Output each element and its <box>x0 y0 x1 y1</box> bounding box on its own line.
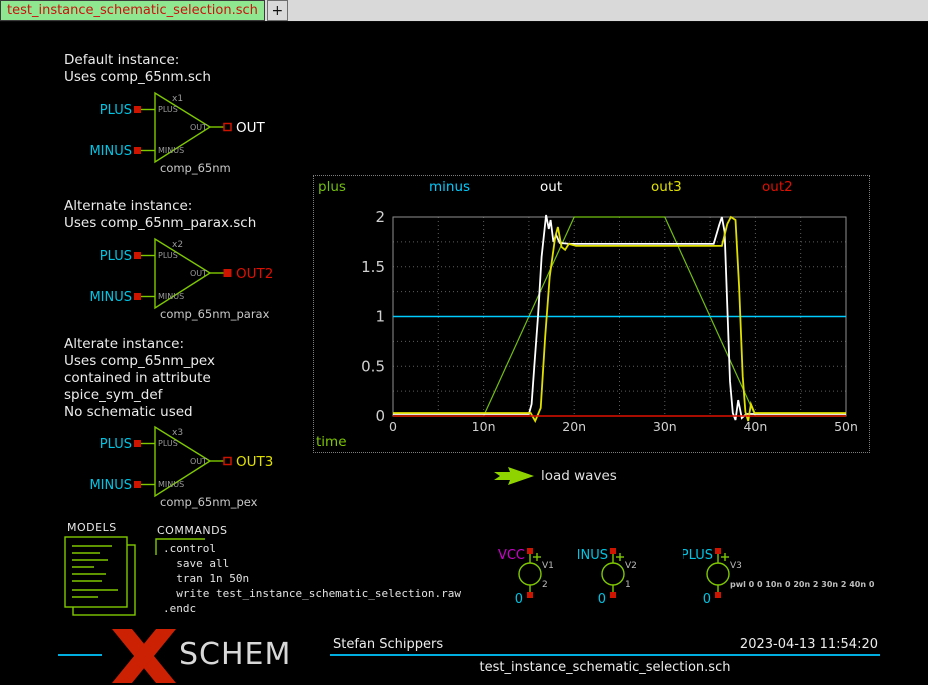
pin-name-out: OUT <box>190 457 207 466</box>
source-value[interactable]: 2 <box>542 580 548 590</box>
vsource-v3[interactable]: PLUS 0 V3 pwl 0 0 10n 0 20n 2 30n 2 40n … <box>683 546 923 606</box>
symbol-name[interactable]: comp_65nm <box>160 161 231 175</box>
terminal-bottom[interactable] <box>715 592 721 598</box>
net-label-gnd[interactable]: 0 <box>598 592 606 606</box>
title-divider-left <box>58 654 102 656</box>
pin-out[interactable] <box>224 270 231 277</box>
net-label-plus[interactable]: PLUS <box>683 548 713 563</box>
comparator-instance-x2[interactable]: PLUS MINUS PLUS MINUS OUT x2 OUT2 comp_6… <box>60 232 322 328</box>
x-tick-label: 30n <box>653 419 677 434</box>
y-tick-label: 0.5 <box>361 357 385 375</box>
net-label-minus[interactable]: MINUS <box>89 144 132 159</box>
net-label-minus[interactable]: MINUS <box>578 548 608 563</box>
title-divider <box>330 654 880 656</box>
net-label-gnd[interactable]: 0 <box>703 592 711 606</box>
plus-icon: + <box>272 3 284 19</box>
comparator-instance-x1[interactable]: PLUS MINUS PLUS MINUS OUT x1 OUT comp_65… <box>60 86 322 182</box>
terminal-minus[interactable] <box>134 293 141 300</box>
net-label-minus[interactable]: MINUS <box>89 290 132 305</box>
instance-designator[interactable]: x3 <box>172 428 183 438</box>
x-tick-label: 10n <box>472 419 496 434</box>
models-icon[interactable] <box>60 532 150 620</box>
terminal-top[interactable] <box>715 548 721 554</box>
graph-plot-area[interactable]: 0 10n 20n 30n 40n 50n 0 0.5 1 1.5 2 <box>314 176 869 452</box>
load-waves-label[interactable]: load waves <box>541 468 617 484</box>
pin-name-minus: MINUS <box>158 480 184 489</box>
spice-commands-text[interactable]: .control save all tran 1n 50n write test… <box>163 541 461 616</box>
source-name[interactable]: V2 <box>625 561 637 571</box>
y-tick-label: 2 <box>375 208 385 226</box>
net-label-out2[interactable]: OUT2 <box>236 266 273 282</box>
source-value-pwl[interactable]: pwl 0 0 10n 0 20n 2 30n 2 40n 0 <box>730 580 875 589</box>
title-date[interactable]: 2023-04-13 11:54:20 <box>718 637 878 652</box>
new-tab-button[interactable]: + <box>267 0 288 21</box>
pin-name-minus: MINUS <box>158 146 184 155</box>
net-label-out[interactable]: OUT <box>236 120 266 136</box>
trace-out3 <box>393 217 846 421</box>
x-tick-label: 40n <box>743 419 767 434</box>
schematic-canvas[interactable]: Default instance: Uses comp_65nm.sch PLU… <box>0 22 928 665</box>
tab-bar: test_instance_schematic_selection.sch + <box>0 0 928 22</box>
load-waves-launcher[interactable] <box>492 466 538 486</box>
terminal-minus[interactable] <box>134 147 141 154</box>
net-label-plus[interactable]: PLUS <box>100 249 132 264</box>
x-tick-label: 0 <box>389 419 397 434</box>
symbol-name[interactable]: comp_65nm_pex <box>160 495 258 509</box>
net-label-out3[interactable]: OUT3 <box>236 454 273 470</box>
instance-1-note[interactable]: Default instance: Uses comp_65nm.sch <box>64 52 211 86</box>
tab-current-file[interactable]: test_instance_schematic_selection.sch <box>0 0 265 21</box>
title-filename[interactable]: test_instance_schematic_selection.sch <box>330 660 880 675</box>
terminal-bottom[interactable] <box>527 592 533 598</box>
pin-name-plus: PLUS <box>158 439 178 448</box>
instance-2-note[interactable]: Alternate instance: Uses comp_65nm_parax… <box>64 198 256 232</box>
terminal-bottom[interactable] <box>610 592 616 598</box>
terminal-top[interactable] <box>610 548 616 554</box>
y-tick-label: 1 <box>375 308 385 326</box>
y-tick-label: 1.5 <box>361 258 385 276</box>
instance-3-note[interactable]: Alterate instance: Uses comp_65nm_pex co… <box>64 336 215 421</box>
source-circle[interactable] <box>519 563 541 585</box>
x-tick-label: 50n <box>834 419 858 434</box>
terminal-plus[interactable] <box>134 106 141 113</box>
symbol-name[interactable]: comp_65nm_parax <box>160 307 270 321</box>
comparator-instance-x3[interactable]: PLUS MINUS PLUS MINUS OUT x3 OUT3 comp_6… <box>60 420 322 516</box>
y-tick-label: 0 <box>375 407 385 425</box>
launcher-arrow-icon[interactable] <box>494 467 534 485</box>
net-label-vcc[interactable]: VCC <box>498 548 525 563</box>
pin-name-out: OUT <box>190 123 207 132</box>
tab-label: test_instance_schematic_selection.sch <box>7 3 258 18</box>
pin-name-plus: PLUS <box>158 251 178 260</box>
pin-name-plus: PLUS <box>158 105 178 114</box>
graph-x-axis-label: time <box>316 434 347 450</box>
source-circle[interactable] <box>602 563 624 585</box>
instance-designator[interactable]: x2 <box>172 240 183 250</box>
terminal-minus[interactable] <box>134 481 141 488</box>
pin-name-out: OUT <box>190 269 207 278</box>
title-author[interactable]: Stefan Schippers <box>333 637 443 652</box>
pin-out[interactable] <box>224 458 231 465</box>
net-label-minus[interactable]: MINUS <box>89 478 132 493</box>
source-circle[interactable] <box>707 563 729 585</box>
net-label-gnd[interactable]: 0 <box>515 592 523 606</box>
terminal-plus[interactable] <box>134 440 141 447</box>
net-label-plus[interactable]: PLUS <box>100 103 132 118</box>
source-value[interactable]: 1 <box>625 580 631 590</box>
terminal-plus[interactable] <box>134 252 141 259</box>
pin-name-minus: MINUS <box>158 292 184 301</box>
waveform-graph[interactable]: plusminusoutout3out2 010n20n30n40n50n00.… <box>313 175 870 453</box>
xschem-logo-text: SCHEM <box>179 637 291 672</box>
terminal-top[interactable] <box>527 548 533 554</box>
x-tick-label: 20n <box>562 419 586 434</box>
instance-designator[interactable]: x1 <box>172 94 183 104</box>
source-name[interactable]: V3 <box>730 561 742 571</box>
source-name[interactable]: V1 <box>542 561 554 571</box>
net-label-plus[interactable]: PLUS <box>100 437 132 452</box>
xschem-logo-x <box>104 627 184 685</box>
pin-out[interactable] <box>224 124 231 131</box>
